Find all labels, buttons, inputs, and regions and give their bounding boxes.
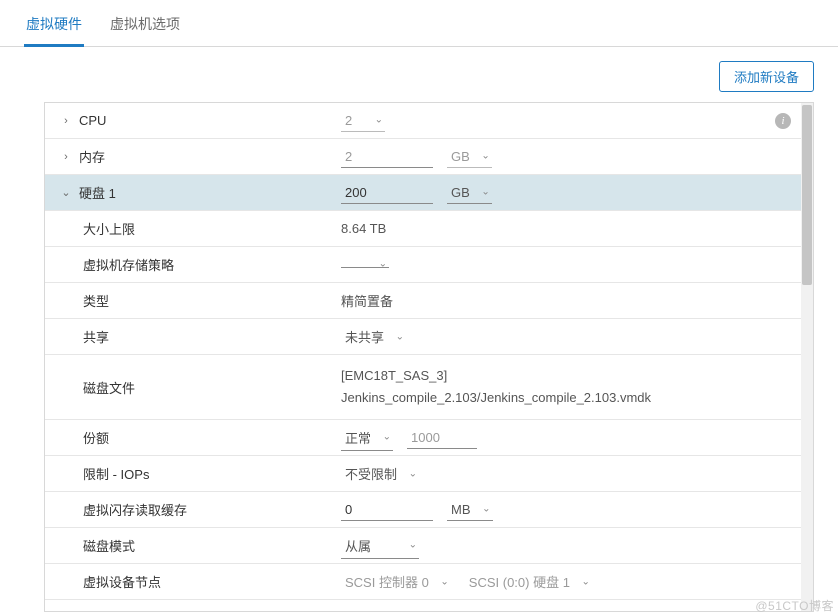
row-storage-policy: 虚拟机存储策略 ⌄ xyxy=(45,247,801,283)
flash-cache-label: 虚拟闪存读取缓存 xyxy=(83,500,187,519)
hardware-panel: › CPU 2⌄ i › 内存 GB⌄ xyxy=(44,102,814,612)
row-type: 类型 精简置备 xyxy=(45,283,801,319)
chevron-down-icon: ⌄ xyxy=(396,331,404,342)
disk-mode-select[interactable]: 从属⌄ xyxy=(341,533,419,559)
row-disk-file: 磁盘文件 [EMC18T_SAS_3] Jenkins_compile_2.10… xyxy=(45,355,801,420)
chevron-right-icon[interactable]: › xyxy=(61,115,71,127)
sharing-select[interactable]: 未共享⌄ xyxy=(341,324,406,349)
chevron-down-icon[interactable]: ⌄ xyxy=(61,186,71,199)
watermark-text: @51CTO博客 xyxy=(755,597,834,614)
row-memory: › 内存 GB⌄ xyxy=(45,139,801,175)
shares-label: 份额 xyxy=(83,428,109,447)
max-size-label: 大小上限 xyxy=(83,219,135,238)
info-icon[interactable]: i xyxy=(775,113,791,129)
row-shares: 份额 正常⌄ xyxy=(45,420,801,456)
chevron-down-icon: ⌄ xyxy=(582,576,590,587)
memory-label: 内存 xyxy=(79,147,105,166)
disk-file-datastore: [EMC18T_SAS_3] xyxy=(341,365,651,387)
device-node-slot-select[interactable]: SCSI (0:0) 硬盘 1⌄ xyxy=(465,569,592,594)
row-flash-cache: 虚拟闪存读取缓存 MB⌄ xyxy=(45,492,801,528)
scrollbar[interactable] xyxy=(801,103,813,611)
disk-file-path: Jenkins_compile_2.103/Jenkins_compile_2.… xyxy=(341,387,651,409)
type-label: 类型 xyxy=(83,291,109,310)
disk-file-label: 磁盘文件 xyxy=(83,378,135,397)
chevron-down-icon: ⌄ xyxy=(481,187,489,198)
disk-unit-select[interactable]: GB⌄ xyxy=(447,182,492,204)
memory-input[interactable] xyxy=(341,146,433,168)
chevron-down-icon: ⌄ xyxy=(409,540,417,551)
scroll-thumb[interactable] xyxy=(802,105,812,285)
max-size-value: 8.64 TB xyxy=(341,221,386,236)
flash-cache-input[interactable] xyxy=(341,499,433,521)
chevron-down-icon: ⌄ xyxy=(375,115,383,126)
hardware-scroll: › CPU 2⌄ i › 内存 GB⌄ xyxy=(45,103,801,611)
chevron-down-icon: ⌄ xyxy=(379,259,387,270)
chevron-down-icon: ⌄ xyxy=(409,468,417,479)
disk-size-input[interactable] xyxy=(341,182,433,204)
shares-value-input[interactable] xyxy=(407,427,477,449)
shares-level-select[interactable]: 正常⌄ xyxy=(341,425,393,451)
chevron-down-icon: ⌄ xyxy=(481,151,489,162)
chevron-down-icon: ⌄ xyxy=(383,432,391,443)
device-node-label: 虚拟设备节点 xyxy=(83,572,161,591)
storage-policy-select[interactable]: ⌄ xyxy=(341,261,389,268)
device-node-controller-select[interactable]: SCSI 控制器 0⌄ xyxy=(341,569,451,594)
storage-policy-label: 虚拟机存储策略 xyxy=(83,255,174,274)
flash-cache-unit-select[interactable]: MB⌄ xyxy=(447,499,493,521)
row-sharing: 共享 未共享⌄ xyxy=(45,319,801,355)
chevron-right-icon[interactable]: › xyxy=(61,151,71,163)
disk-mode-label: 磁盘模式 xyxy=(83,536,135,555)
row-disk-mode: 磁盘模式 从属⌄ xyxy=(45,528,801,564)
chevron-down-icon: ⌄ xyxy=(440,576,448,587)
cpu-count-select[interactable]: 2⌄ xyxy=(341,110,385,132)
row-limit-iops: 限制 - IOPs 不受限制⌄ xyxy=(45,456,801,492)
row-max-size: 大小上限 8.64 TB xyxy=(45,211,801,247)
tab-virtual-hardware[interactable]: 虚拟硬件 xyxy=(24,6,84,47)
sharing-label: 共享 xyxy=(83,327,109,346)
tabs-bar: 虚拟硬件 虚拟机选项 xyxy=(0,0,838,47)
type-value: 精简置备 xyxy=(341,291,393,310)
memory-unit-select[interactable]: GB⌄ xyxy=(447,146,492,168)
disk-label: 硬盘 1 xyxy=(79,183,116,202)
row-device-node: 虚拟设备节点 SCSI 控制器 0⌄ SCSI (0:0) 硬盘 1⌄ xyxy=(45,564,801,600)
add-device-button[interactable]: 添加新设备 xyxy=(719,61,814,92)
tab-vm-options[interactable]: 虚拟机选项 xyxy=(108,6,182,46)
chevron-down-icon: ⌄ xyxy=(482,504,490,515)
cpu-label: CPU xyxy=(79,113,106,128)
limit-iops-select[interactable]: 不受限制⌄ xyxy=(341,461,419,486)
row-cpu: › CPU 2⌄ i xyxy=(45,103,801,139)
limit-iops-label: 限制 - IOPs xyxy=(83,464,149,483)
toolbar: 添加新设备 xyxy=(0,47,838,102)
row-disk-1: ⌄ 硬盘 1 GB⌄ xyxy=(45,175,801,211)
